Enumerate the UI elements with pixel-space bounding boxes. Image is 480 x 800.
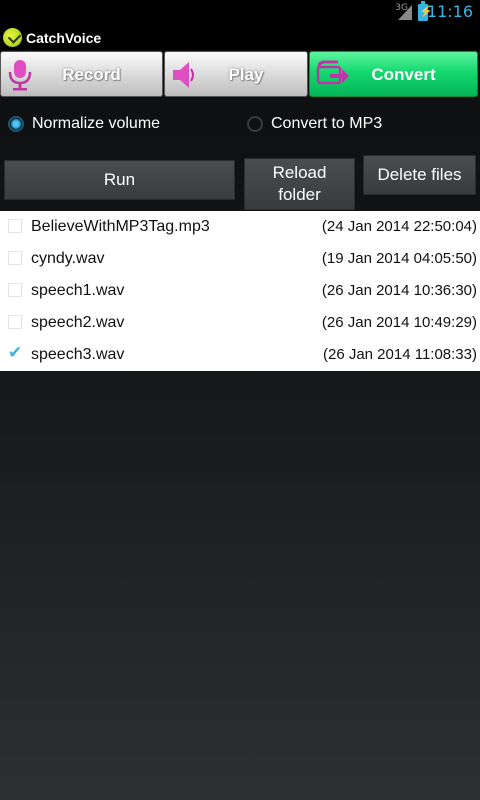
tab-play[interactable]: Play: [164, 51, 308, 97]
reload-folder-label-line1: Reload: [272, 163, 327, 182]
file-date: (26 Jan 2014 10:36:30): [321, 282, 477, 299]
reload-folder-label-line2: folder: [278, 185, 321, 204]
file-date: (19 Jan 2014 04:05:50): [321, 250, 477, 267]
file-row[interactable]: speech2.wav (26 Jan 2014 10:49:29): [0, 307, 480, 339]
file-checkbox-checked[interactable]: [8, 343, 22, 363]
tab-record[interactable]: Record: [0, 51, 163, 97]
file-name: speech2.wav: [31, 314, 125, 331]
tab-convert[interactable]: Convert: [309, 51, 478, 97]
status-bar: 3G ⚡ 11:16: [0, 0, 480, 25]
file-checkbox[interactable]: [8, 219, 22, 233]
file-row[interactable]: speech1.wav (26 Jan 2014 10:36:30): [0, 275, 480, 307]
file-checkbox[interactable]: [8, 251, 22, 265]
file-checkbox[interactable]: [8, 315, 22, 329]
file-date: (26 Jan 2014 10:49:29): [321, 314, 477, 331]
file-row[interactable]: speech3.wav (26 Jan 2014 11:08:33): [0, 339, 480, 371]
file-name: speech1.wav: [31, 282, 125, 299]
delete-files-button[interactable]: Delete files: [363, 155, 476, 195]
file-row[interactable]: BelieveWithMP3Tag.mp3 (24 Jan 2014 22:50…: [0, 211, 480, 243]
file-list: BelieveWithMP3Tag.mp3 (24 Jan 2014 22:50…: [0, 211, 480, 371]
status-clock: 11:16: [426, 2, 473, 21]
file-date: (26 Jan 2014 11:08:33): [322, 346, 477, 363]
file-checkbox[interactable]: [8, 283, 22, 297]
reload-folder-button[interactable]: Reload folder: [244, 158, 355, 210]
file-name: speech3.wav: [31, 346, 125, 363]
tab-convert-label: Convert: [371, 65, 436, 84]
mode-tabs: Record Play Convert: [0, 51, 480, 97]
app-title-bar: CatchVoice: [0, 25, 480, 50]
run-button-label: Run: [103, 170, 136, 189]
file-name: BelieveWithMP3Tag.mp3: [31, 218, 210, 235]
tab-record-label: Record: [62, 65, 121, 84]
convert-to-mp3-option[interactable]: Convert to MP3: [247, 110, 427, 140]
file-name: cyndy.wav: [31, 250, 105, 267]
normalize-volume-radio[interactable]: [8, 116, 24, 132]
catchvoice-logo-icon: [3, 28, 22, 47]
normalize-volume-option[interactable]: Normalize volume: [8, 110, 208, 140]
normalize-volume-label: Normalize volume: [32, 115, 161, 132]
run-button[interactable]: Run: [4, 160, 235, 200]
file-date: (24 Jan 2014 22:50:04): [321, 218, 477, 235]
tab-play-label: Play: [228, 65, 264, 84]
file-row[interactable]: cyndy.wav (19 Jan 2014 04:05:50): [0, 243, 480, 275]
convert-to-mp3-radio[interactable]: [247, 116, 263, 132]
delete-files-label: Delete files: [377, 165, 462, 184]
signal-icon: [398, 5, 412, 20]
app-title: CatchVoice: [26, 30, 102, 46]
convert-to-mp3-label: Convert to MP3: [271, 115, 383, 132]
